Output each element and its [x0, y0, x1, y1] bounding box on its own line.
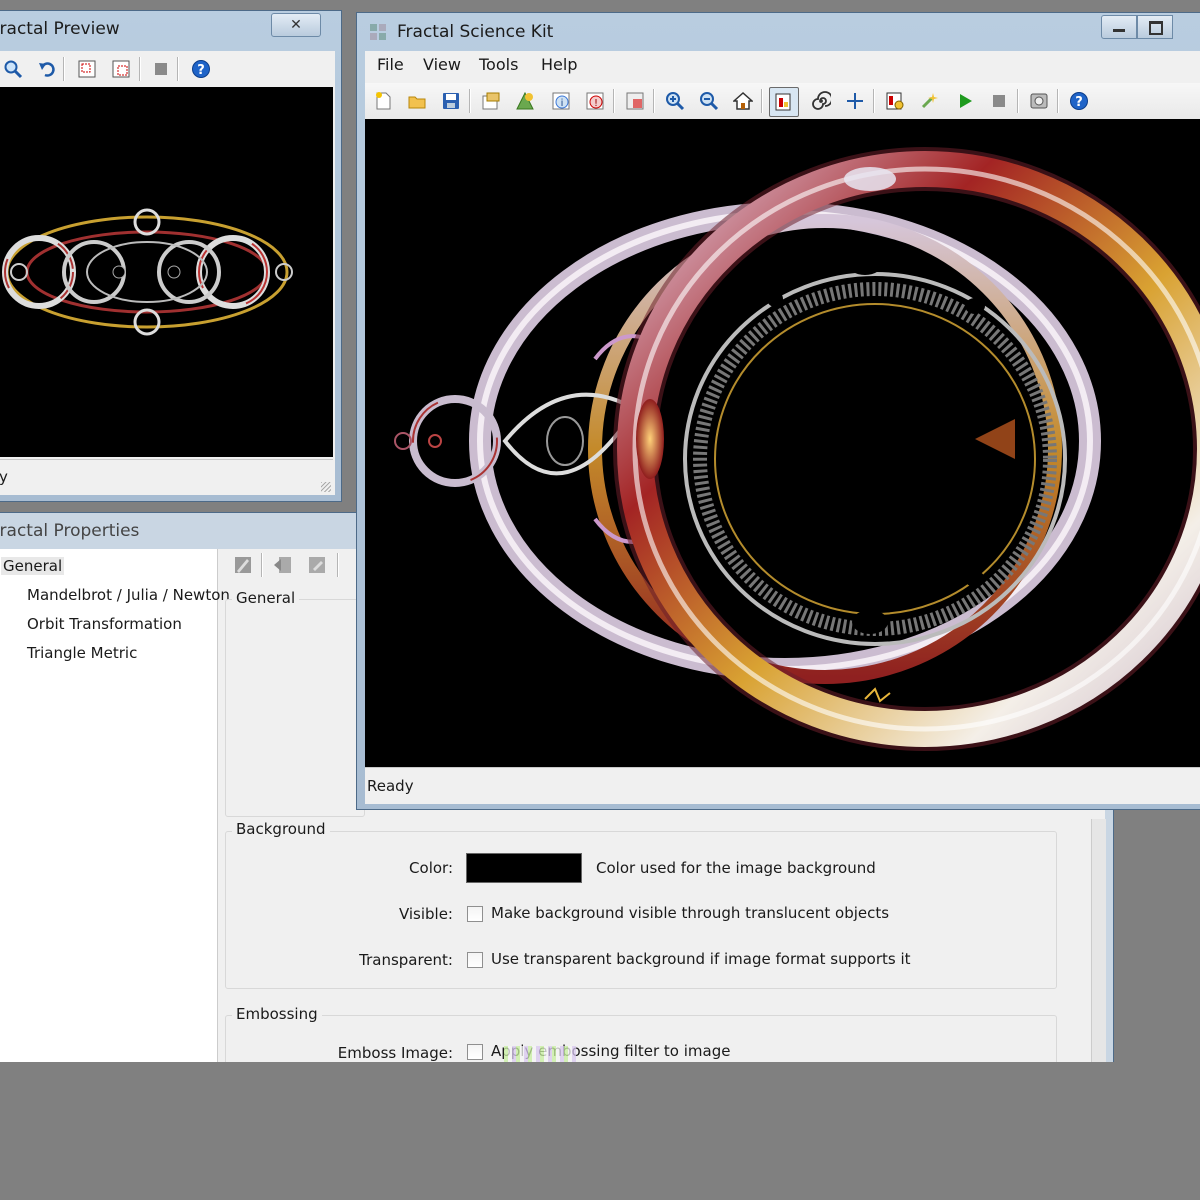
undo-icon[interactable] — [35, 57, 59, 81]
toolbar-separator — [139, 57, 140, 81]
transform-icon[interactable] — [513, 89, 537, 113]
home-icon[interactable] — [731, 89, 755, 113]
properties-title: Fractal Properties — [0, 521, 140, 541]
play-icon[interactable] — [953, 89, 977, 113]
main-statusbar: Ready — [365, 767, 1200, 804]
background-group-label: Background — [232, 820, 330, 838]
color-label: Color: — [409, 859, 453, 877]
resize-grip-icon[interactable] — [321, 482, 331, 492]
edit-icon[interactable] — [231, 553, 255, 577]
new-file-icon[interactable] — [371, 89, 395, 113]
transparent-label: Transparent: — [359, 951, 453, 969]
main-window: Fractal Science Kit File View Tools Help… — [356, 12, 1200, 810]
minimize-icon — [1113, 29, 1125, 32]
minimize-button[interactable] — [1101, 15, 1137, 39]
svg-text:i: i — [561, 98, 564, 109]
tree-item-general[interactable]: General — [1, 557, 65, 575]
emboss-label: Emboss Image: — [337, 1044, 453, 1062]
toolbar-separator — [63, 57, 64, 81]
main-title: Fractal Science Kit — [397, 22, 554, 42]
stop-icon[interactable] — [987, 89, 1011, 113]
stop-icon[interactable] — [149, 57, 173, 81]
toolbar-separator — [469, 89, 470, 113]
zoom-region-icon[interactable] — [109, 57, 133, 81]
tree-item-mandelbrot-julia-newton[interactable]: Mandelbrot / Julia / Newton — [27, 586, 230, 604]
embossing-group-label: Embossing — [232, 1005, 322, 1023]
background-color-swatch[interactable] — [466, 853, 582, 883]
visible-label: Visible: — [398, 905, 453, 923]
visible-checkbox[interactable] — [467, 906, 483, 922]
main-status-text: Ready — [367, 777, 414, 795]
general-group-label: General — [232, 589, 300, 607]
preview-titlebar[interactable]: Fractal Preview ✕ — [0, 11, 341, 45]
help-icon[interactable]: ? — [1067, 89, 1091, 113]
preview-status-text: y — [0, 468, 8, 486]
desktop-background — [0, 1062, 1200, 1200]
emboss-checkbox[interactable] — [467, 1044, 483, 1060]
zoom-out-icon[interactable] — [697, 89, 721, 113]
preview-title: Fractal Preview — [0, 19, 120, 39]
visible-description: Make background visible through transluc… — [491, 904, 890, 922]
menu-help[interactable]: Help — [541, 55, 577, 74]
toolbar-separator — [337, 553, 338, 577]
color-description: Color used for the image background — [596, 859, 876, 877]
preview-window: Fractal Preview ✕ ? y — [0, 10, 342, 502]
svg-text:!: ! — [594, 98, 598, 109]
info-icon[interactable]: i — [549, 89, 573, 113]
toolbar-separator — [653, 89, 654, 113]
properties-scrollbar[interactable] — [1091, 819, 1106, 1073]
magic-wand-icon[interactable] — [917, 89, 941, 113]
preview-client: ? y — [0, 51, 335, 495]
svg-text:?: ? — [1075, 95, 1083, 110]
toolbar-separator — [761, 89, 762, 113]
preview-statusbar: y — [0, 459, 333, 494]
save-icon[interactable] — [439, 89, 463, 113]
zoom-icon[interactable] — [1, 57, 25, 81]
menu-tools[interactable]: Tools — [479, 55, 518, 74]
preview-close-button[interactable]: ✕ — [271, 13, 321, 37]
main-client: File View Tools Help i ! ? Ready — [365, 51, 1200, 804]
toolbar-separator — [613, 89, 614, 113]
app-logo-icon — [369, 23, 387, 41]
toolbar-separator — [1017, 89, 1018, 113]
export-icon[interactable] — [305, 553, 329, 577]
main-titlebar[interactable]: Fractal Science Kit — [357, 13, 1200, 47]
close-icon: ✕ — [290, 17, 302, 33]
menu-bar: File View Tools Help — [365, 51, 1200, 81]
spiral-icon[interactable] — [809, 89, 833, 113]
camera-icon[interactable] — [1027, 89, 1051, 113]
toolbar-separator — [177, 57, 178, 81]
main-toolbar: i ! ? — [365, 83, 1200, 120]
fractal-canvas[interactable] — [365, 119, 1200, 767]
menu-view[interactable]: View — [423, 55, 461, 74]
preview-canvas[interactable] — [0, 87, 333, 457]
open-folder-icon[interactable] — [405, 89, 429, 113]
render-artifact — [504, 1046, 576, 1062]
toolbar-separator — [1057, 89, 1058, 113]
maximize-button[interactable] — [1137, 15, 1173, 39]
general-group — [225, 599, 365, 817]
svg-text:?: ? — [197, 63, 205, 78]
warning-icon[interactable]: ! — [583, 89, 607, 113]
tree-item-orbit-transformation[interactable]: Orbit Transformation — [27, 615, 182, 633]
render-settings-icon[interactable] — [883, 89, 907, 113]
zoom-in-icon[interactable] — [663, 89, 687, 113]
image-icon[interactable] — [623, 89, 647, 113]
properties-tree: General Mandelbrot / Julia / Newton Orbi… — [0, 549, 230, 1073]
select-zoom-icon[interactable] — [769, 87, 799, 117]
properties-icon[interactable] — [479, 89, 503, 113]
toolbar-separator — [261, 553, 262, 577]
help-icon[interactable]: ? — [189, 57, 213, 81]
import-icon[interactable] — [271, 553, 295, 577]
transparent-description: Use transparent background if image form… — [491, 950, 911, 968]
crosshair-icon[interactable] — [843, 89, 867, 113]
toolbar-separator — [873, 89, 874, 113]
menu-file[interactable]: File — [377, 55, 404, 74]
select-region-icon[interactable] — [75, 57, 99, 81]
transparent-checkbox[interactable] — [467, 952, 483, 968]
tree-item-triangle-metric[interactable]: Triangle Metric — [27, 644, 137, 662]
maximize-icon — [1149, 21, 1163, 35]
